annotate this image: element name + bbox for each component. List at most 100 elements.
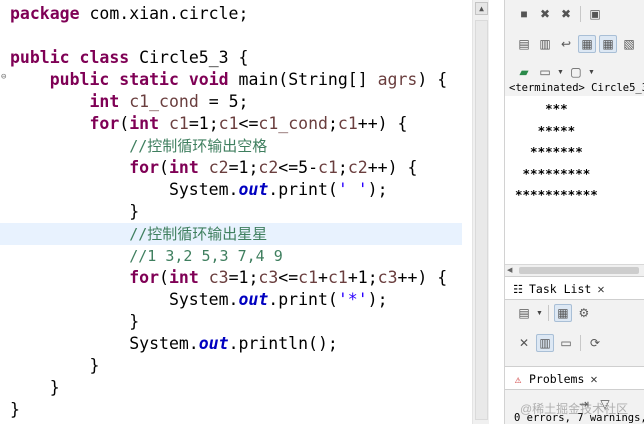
task-list-toolbar-row-2: ✕ ▥ ▭ ⟳: [505, 331, 604, 355]
task-list-tab-bar: ☷ Task List ✕: [505, 276, 644, 300]
scroll-up-arrow-icon[interactable]: ▲: [475, 2, 488, 15]
code-line[interactable]: public class Circle5_3 {: [10, 47, 462, 69]
fold-collapse-icon[interactable]: ⊖: [1, 72, 6, 82]
code-area[interactable]: package com.xian.circle; public class Cir…: [0, 3, 462, 421]
code-token: c1: [218, 114, 239, 133]
code-line[interactable]: }: [10, 201, 462, 223]
task-list-toolbar-row-1: ▤ ▼ ▦ ⚙: [505, 301, 593, 325]
code-line[interactable]: public static void main(String[] agrs) {: [10, 69, 462, 91]
code-line[interactable]: //控制循环输出星星: [0, 223, 462, 245]
stop-icon[interactable]: ■: [515, 5, 533, 23]
code-line[interactable]: }: [10, 399, 462, 421]
chevron-down-icon[interactable]: ▼: [557, 69, 564, 76]
code-token: }: [10, 356, 100, 375]
toolbar-separator: [547, 305, 549, 321]
code-line[interactable]: package com.xian.circle;: [10, 3, 462, 25]
code-token: .print(: [268, 180, 338, 199]
new-window-icon[interactable]: ▢: [567, 63, 585, 81]
code-line[interactable]: for(int c1=1;c1<=c1_cond;c1++) {: [10, 113, 462, 135]
code-token: c3: [377, 268, 398, 287]
new-task-icon[interactable]: ▤: [515, 304, 533, 322]
code-line[interactable]: System.out.print(' ');: [10, 179, 462, 201]
code-line[interactable]: //1 3,2 5,3 7,4 9: [10, 245, 462, 267]
new-console-icon[interactable]: ▣: [586, 5, 604, 23]
scroll-lock-icon[interactable]: ▥: [536, 35, 554, 53]
chevron-down-icon[interactable]: ▼: [536, 310, 543, 317]
code-line[interactable]: for(int c2=1;c2<=5-c1;c2++) {: [10, 157, 462, 179]
code-line[interactable]: int c1_cond = 5;: [10, 91, 462, 113]
sync-icon[interactable]: ⟳: [586, 334, 604, 352]
code-line[interactable]: for(int c3=1;c3<=c1+c1+1;c3++) {: [10, 267, 462, 289]
code-token: System.: [10, 334, 199, 353]
code-line[interactable]: //控制循环输出空格: [10, 135, 462, 157]
scroll-left-arrow-icon[interactable]: ◀: [507, 266, 517, 275]
code-token: = 5;: [198, 92, 249, 111]
code-token: }: [10, 400, 20, 419]
show-stderr-icon[interactable]: ▦: [599, 35, 617, 53]
code-editor[interactable]: ⊖ package com.xian.circle; public class C…: [0, 0, 472, 424]
task-list-icon: ☷: [513, 282, 523, 296]
clear-console-icon[interactable]: ▤: [515, 35, 533, 53]
problems-icon: ⚠: [514, 372, 522, 386]
console-output-line: *********: [515, 165, 591, 181]
code-token: agrs: [377, 70, 418, 89]
code-token: ++) {: [367, 158, 418, 177]
code-line[interactable]: }: [10, 377, 462, 399]
minimize-icon[interactable]: ▭: [557, 334, 575, 352]
remove-all-icon[interactable]: ✖: [557, 5, 575, 23]
console-output[interactable]: *** ***** ******* ********* ***********: [505, 96, 644, 264]
close-icon[interactable]: ✕: [590, 372, 597, 386]
tab-problems-label: Problems: [529, 372, 585, 386]
code-token: //控制循环输出星星: [129, 225, 268, 243]
code-line[interactable]: }: [10, 311, 462, 333]
code-token: +1;: [347, 268, 378, 287]
chevron-down-icon[interactable]: ▼: [588, 69, 595, 76]
code-token: <=5-: [278, 158, 319, 177]
console-output-line: *****: [515, 122, 576, 138]
tab-problems[interactable]: ⚠ Problems ✕: [511, 368, 598, 390]
code-token: class: [79, 48, 130, 67]
remove-launch-icon[interactable]: ✖: [536, 5, 554, 23]
display-selected-console-icon[interactable]: ▰: [515, 63, 533, 81]
panel-divider[interactable]: [489, 0, 504, 424]
focus-icon[interactable]: ▥: [536, 334, 554, 352]
code-token: ' ': [337, 180, 368, 199]
filter-icon[interactable]: ⚙: [575, 304, 593, 322]
pin-console-icon[interactable]: ▧: [620, 35, 638, 53]
code-line[interactable]: System.out.println();: [10, 333, 462, 355]
tab-task-list[interactable]: ☷ Task List ✕: [511, 278, 604, 300]
close-icon[interactable]: ✕: [597, 282, 604, 296]
watermark: @稀土掘金技术社区: [520, 402, 629, 416]
scrollbar-thumb[interactable]: [519, 267, 639, 274]
code-token: com.xian.circle;: [79, 4, 249, 23]
code-token: ++) {: [397, 268, 448, 287]
console-horizontal-scrollbar[interactable]: ◀: [505, 264, 644, 276]
console-output-line: ***********: [515, 187, 598, 202]
code-token: void: [188, 70, 229, 89]
code-line[interactable]: System.out.print('*');: [10, 289, 462, 311]
console-status: <terminated> Circle5_3: [509, 82, 644, 94]
categorize-icon[interactable]: ▦: [553, 304, 572, 322]
tab-task-list-label: Task List: [529, 282, 592, 296]
toolbar-separator: [580, 335, 581, 351]
code-line[interactable]: [10, 25, 462, 47]
collapse-all-icon[interactable]: ✕: [515, 334, 533, 352]
code-token: '*': [337, 290, 368, 309]
code-token: <=: [238, 114, 259, 133]
word-wrap-icon[interactable]: ↩: [557, 35, 575, 53]
show-stdout-icon[interactable]: ▦: [578, 35, 596, 53]
open-console-icon[interactable]: ▭: [536, 63, 554, 81]
code-token: c3: [208, 268, 229, 287]
code-token: =1;: [228, 158, 259, 177]
code-token: //1 3,2 5,3 7,4 9: [129, 247, 283, 265]
code-line[interactable]: }: [10, 355, 462, 377]
scrollbar-thumb[interactable]: [475, 20, 488, 420]
editor-vertical-scrollbar[interactable]: ▲: [472, 0, 489, 424]
